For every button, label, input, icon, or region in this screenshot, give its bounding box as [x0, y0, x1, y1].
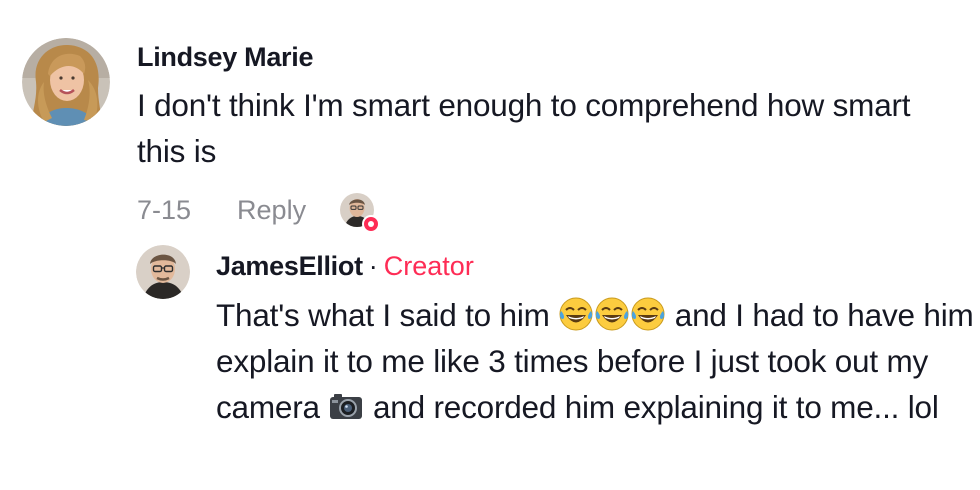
heart-badge-icon [362, 215, 381, 233]
laughing-emoji-icon [594, 296, 630, 332]
reply-header: JamesElliot · Creator [216, 251, 474, 282]
creator-liked-indicator [340, 193, 381, 233]
reply-text: That's what I said to him and I had to h… [216, 292, 976, 430]
comment-date: 7-15 [137, 194, 192, 225]
reply-text-part: and recorded him explaining it to me... … [364, 389, 939, 425]
reply-text-part: That's what I said to him [216, 297, 550, 333]
reply-author-name[interactable]: JamesElliot [216, 251, 363, 282]
separator-dot: · [368, 251, 378, 281]
creator-badge: Creator [383, 251, 474, 281]
reply-author-avatar[interactable] [136, 245, 190, 299]
commenter-avatar[interactable] [22, 38, 110, 126]
creator-avatar-icon [136, 245, 190, 299]
laughing-emoji-icon [630, 296, 666, 332]
camera-emoji-icon [328, 388, 364, 424]
user-avatar-icon [22, 38, 110, 126]
reply-button[interactable]: Reply [237, 195, 306, 226]
comment-meta: 7-15 Reply [137, 190, 381, 233]
comment-author-name[interactable]: Lindsey Marie [137, 42, 313, 73]
comment-text: I don't think I'm smart enough to compre… [137, 87, 911, 169]
laughing-emoji-icon [558, 296, 594, 332]
